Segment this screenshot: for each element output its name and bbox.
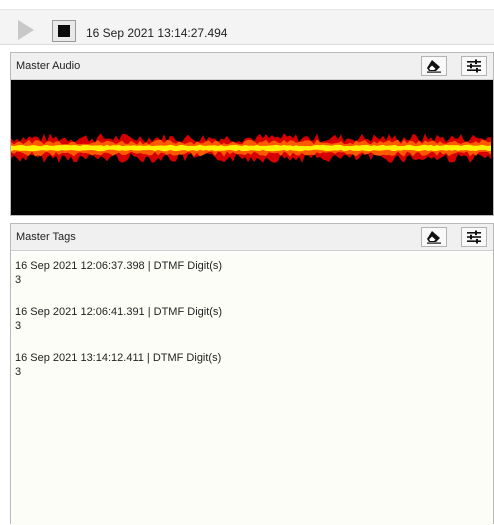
playback-timestamp: 16 Sep 2021 13:14:27.494 xyxy=(86,26,228,40)
tag-entry-header: 16 Sep 2021 12:06:41.391 | DTMF Digit(s) xyxy=(15,306,223,318)
sliders-icon xyxy=(467,59,481,73)
tag-entry-value: 3 xyxy=(15,274,22,286)
master-tags-title: Master Tags xyxy=(16,231,76,243)
tag-entry[interactable]: 16 Sep 2021 12:06:37.398 | DTMF Digit(s)… xyxy=(15,259,493,287)
play-icon xyxy=(18,20,34,40)
master-tags-panel: Master Tags 16 Sep 2021 12:06:37.398 | D… xyxy=(10,223,494,525)
playback-toolbar: 16 Sep 2021 13:14:27.494 xyxy=(0,10,494,45)
master-audio-title: Master Audio xyxy=(16,60,81,72)
master-audio-panel: Master Audio xyxy=(10,52,494,216)
tags-list[interactable]: 16 Sep 2021 12:06:37.398 | DTMF Digit(s)… xyxy=(11,253,493,525)
clear-tags-button[interactable] xyxy=(421,227,447,247)
audio-settings-button[interactable] xyxy=(461,56,487,76)
stop-button[interactable] xyxy=(52,20,76,42)
play-button[interactable] xyxy=(12,18,40,42)
tags-settings-button[interactable] xyxy=(461,227,487,247)
stop-icon xyxy=(58,25,70,37)
window-top-strip xyxy=(0,0,494,10)
clear-audio-button[interactable] xyxy=(421,56,447,76)
tag-entry[interactable]: 16 Sep 2021 13:14:12.411 | DTMF Digit(s)… xyxy=(15,351,493,379)
tag-entry-value: 3 xyxy=(15,320,22,332)
tag-entry[interactable]: 16 Sep 2021 12:06:41.391 | DTMF Digit(s)… xyxy=(15,305,493,333)
master-audio-header: Master Audio xyxy=(11,53,493,80)
audio-waveform xyxy=(11,80,493,215)
eraser-icon xyxy=(427,231,441,244)
tag-entry-header: 16 Sep 2021 12:06:37.398 | DTMF Digit(s) xyxy=(15,260,223,272)
eraser-icon xyxy=(427,60,441,73)
master-tags-header: Master Tags xyxy=(11,224,493,251)
sliders-icon xyxy=(467,230,481,244)
tag-entry-value: 3 xyxy=(15,366,22,378)
tag-entry-header: 16 Sep 2021 13:14:12.411 | DTMF Digit(s) xyxy=(15,352,222,364)
